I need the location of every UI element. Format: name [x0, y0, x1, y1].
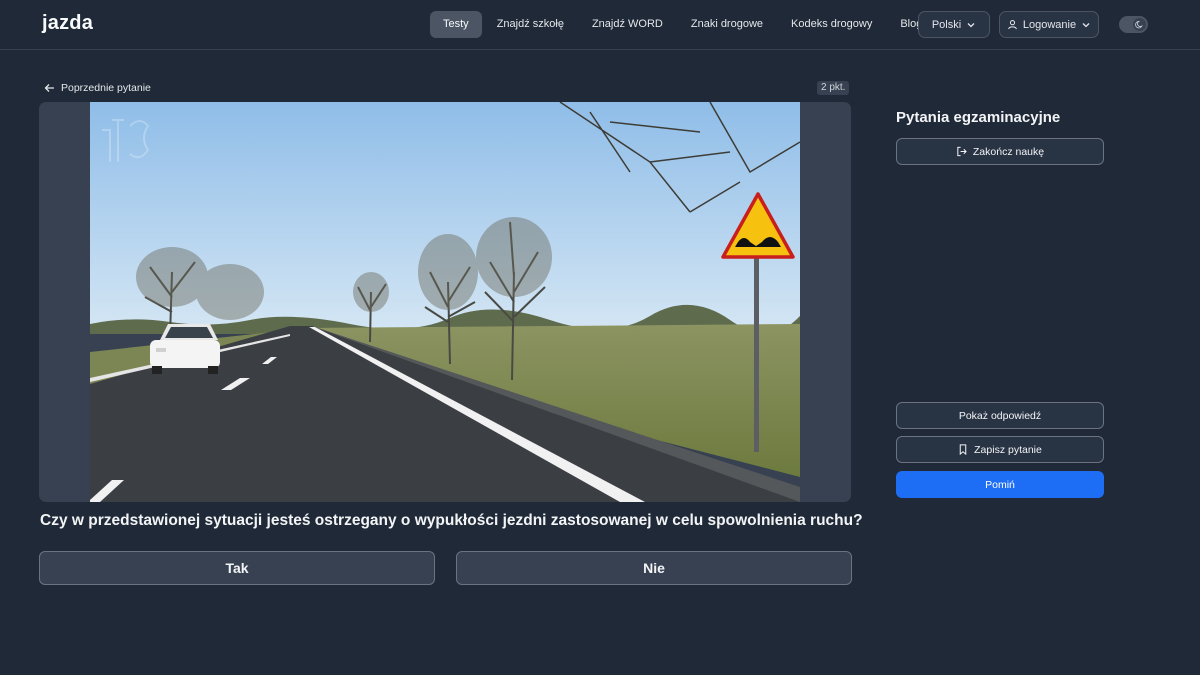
login-label: Logowanie [1022, 18, 1077, 31]
question-image [90, 102, 800, 502]
moon-icon [1135, 21, 1143, 29]
theme-toggle[interactable] [1119, 16, 1148, 33]
language-label: Polski [931, 18, 962, 31]
nav-item-find-word[interactable]: Znajdź WORD [579, 11, 676, 38]
nav-item-testy[interactable]: Testy [430, 11, 482, 38]
previous-question-link[interactable]: Poprzednie pytanie [44, 81, 151, 95]
show-answer-label: Pokaż odpowiedź [958, 409, 1042, 422]
question-image-frame [39, 102, 851, 502]
main-nav: Testy Znajdź szkołę Znajdź WORD Znaki dr… [430, 11, 937, 38]
language-dropdown[interactable]: Polski [918, 11, 990, 38]
answer-no-button[interactable]: Nie [456, 551, 852, 585]
user-icon [1008, 20, 1017, 30]
logo[interactable]: jazda [42, 12, 93, 35]
login-dropdown[interactable]: Logowanie [999, 11, 1099, 38]
skip-label: Pomiń [985, 478, 1015, 491]
save-question-button[interactable]: Zapisz pytanie [896, 436, 1104, 463]
finish-learning-button[interactable]: Zakończ naukę [896, 138, 1104, 165]
nav-item-highway-code[interactable]: Kodeks drogowy [778, 11, 885, 38]
nav-item-road-signs[interactable]: Znaki drogowe [678, 11, 776, 38]
logo-text: jazda [42, 12, 94, 34]
bookmark-icon [959, 444, 967, 455]
points-badge: 2 pkt. [817, 81, 850, 95]
nav-item-find-school[interactable]: Znajdź szkołę [484, 11, 577, 38]
finish-learning-label: Zakończ naukę [972, 145, 1045, 158]
chevron-down-icon [1082, 22, 1090, 27]
logout-icon [957, 146, 967, 157]
theme-knob [1133, 18, 1146, 31]
question-text: Czy w przedstawionej sytuacji jesteś ost… [40, 512, 863, 529]
answer-yes-button[interactable]: Tak [39, 551, 435, 585]
save-question-label: Zapisz pytanie [974, 443, 1042, 456]
arrow-left-icon [44, 84, 54, 92]
top-navbar: jazda Testy Znajdź szkołę Znajdź WORD Zn… [0, 0, 1200, 50]
chevron-down-icon [967, 22, 975, 27]
previous-question-label: Poprzednie pytanie [61, 82, 151, 94]
show-answer-button[interactable]: Pokaż odpowiedź [896, 402, 1104, 429]
sidebar-title: Pytania egzaminacyjne [896, 109, 1061, 126]
skip-button[interactable]: Pomiń [896, 471, 1104, 498]
